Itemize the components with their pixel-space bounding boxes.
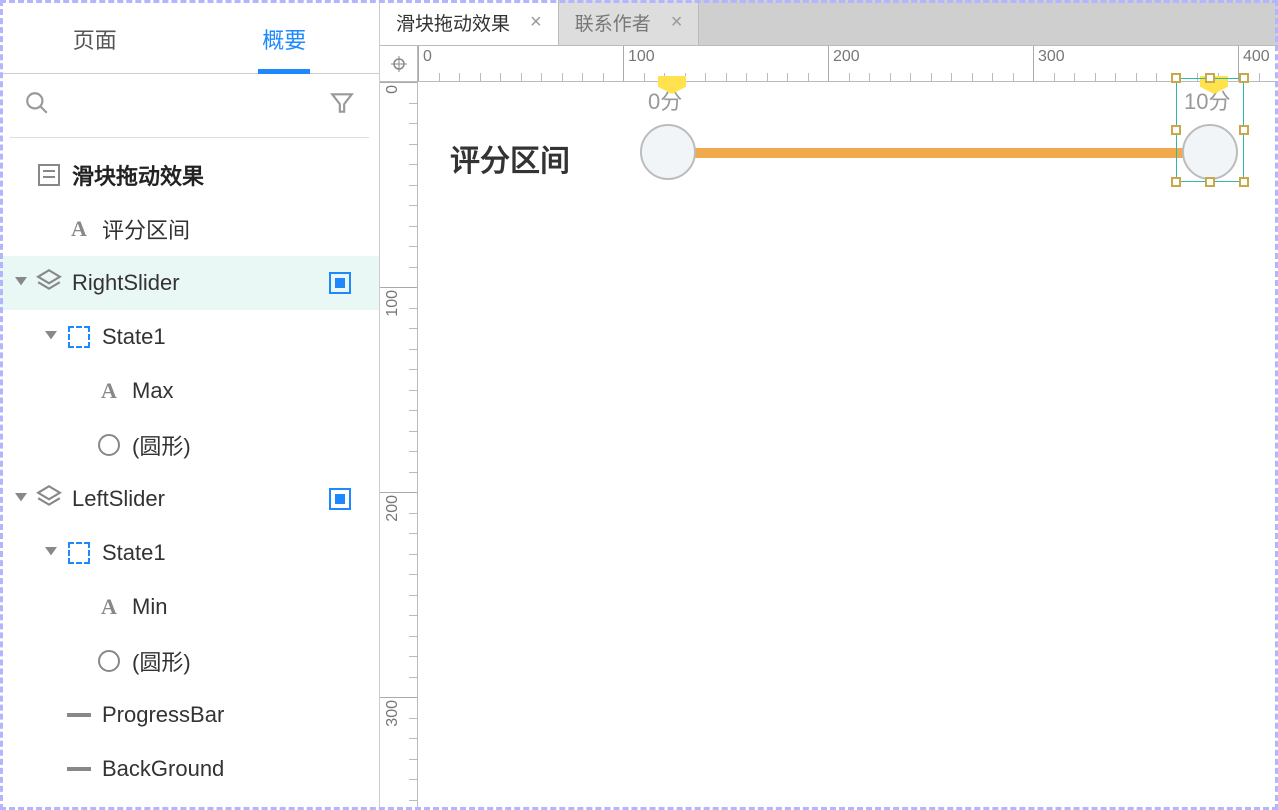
text-icon: A bbox=[101, 378, 117, 404]
caret-icon[interactable] bbox=[12, 274, 30, 292]
design-canvas[interactable]: 评分区间 0分 10分 bbox=[418, 82, 1278, 810]
caret-icon bbox=[12, 166, 30, 184]
ruler-tick-label: 100 bbox=[384, 290, 402, 317]
resize-handle-icon[interactable] bbox=[1239, 177, 1249, 187]
state-icon bbox=[68, 542, 90, 564]
caret-icon bbox=[42, 220, 60, 238]
outline-item-label: 滑块拖动效果 bbox=[72, 159, 204, 191]
line-icon bbox=[67, 713, 91, 717]
outline-item[interactable]: State1 bbox=[0, 526, 379, 580]
ruler-tick-label: 200 bbox=[833, 48, 860, 66]
layers-icon bbox=[36, 267, 62, 299]
caret-icon[interactable] bbox=[12, 490, 30, 508]
outline-item[interactable]: (圆形) bbox=[0, 634, 379, 688]
close-icon[interactable]: × bbox=[671, 11, 683, 34]
text-icon: A bbox=[101, 594, 117, 620]
outline-item-label: 评分区间 bbox=[102, 213, 190, 245]
outline-item-label: LeftSlider bbox=[72, 486, 165, 512]
outline-item-label: State1 bbox=[102, 324, 166, 350]
label-rating-range[interactable]: 评分区间 bbox=[450, 136, 570, 180]
ruler-origin[interactable] bbox=[380, 46, 418, 82]
resize-handle-icon[interactable] bbox=[1205, 177, 1215, 187]
progress-bar[interactable] bbox=[690, 148, 1184, 158]
outline-item[interactable]: State1 bbox=[0, 310, 379, 364]
sidebar-tab-page[interactable]: 页面 bbox=[0, 23, 190, 73]
ellipse-icon bbox=[98, 434, 120, 456]
document-tab[interactable]: 滑块拖动效果 × bbox=[380, 0, 559, 45]
ruler-tick-label: 400 bbox=[1243, 48, 1270, 66]
outline-item-label: ProgressBar bbox=[102, 702, 224, 728]
resize-handle-icon[interactable] bbox=[1239, 73, 1249, 83]
line-icon bbox=[67, 767, 91, 771]
ruler-tick-label: 0 bbox=[423, 48, 432, 66]
ruler-horizontal[interactable]: 0 100 200 300 400 bbox=[418, 46, 1278, 82]
ruler-tick-label: 200 bbox=[384, 495, 402, 522]
ruler-tick-label: 100 bbox=[628, 48, 655, 66]
resize-handle-icon[interactable] bbox=[1171, 177, 1181, 187]
outline-item[interactable]: A Max bbox=[0, 364, 379, 418]
filter-icon[interactable] bbox=[329, 90, 355, 121]
sidebar-tab-outline[interactable]: 概要 bbox=[190, 23, 380, 73]
outline-item-label: RightSlider bbox=[72, 270, 180, 296]
caret-icon bbox=[72, 382, 90, 400]
resize-handle-icon[interactable] bbox=[1171, 125, 1181, 135]
outline-item-label: BackGround bbox=[102, 756, 224, 782]
ruler-tick-label: 300 bbox=[1038, 48, 1065, 66]
outline-search-row bbox=[10, 74, 369, 138]
outline-item[interactable]: BackGround bbox=[0, 742, 379, 796]
dynamic-panel-badge-icon bbox=[329, 488, 351, 510]
outline-item[interactable]: ProgressBar bbox=[0, 688, 379, 742]
text-icon: A bbox=[71, 216, 87, 242]
resize-handle-icon[interactable] bbox=[1205, 73, 1215, 83]
outline-item-label: State1 bbox=[102, 540, 166, 566]
caret-icon[interactable] bbox=[42, 328, 60, 346]
dynamic-panel-badge-icon bbox=[329, 272, 351, 294]
sidebar-tabs: 页面 概要 bbox=[0, 0, 379, 74]
caret-icon[interactable] bbox=[42, 544, 60, 562]
outline-tree: 滑块拖动效果 A 评分区间 RightSlider State1 A Max (圆形) Left… bbox=[0, 138, 379, 796]
selection-box[interactable] bbox=[1176, 78, 1244, 182]
outline-item-label: Max bbox=[132, 378, 174, 404]
document-tabstrip: 滑块拖动效果 × 联系作者 × bbox=[380, 0, 1278, 46]
search-icon[interactable] bbox=[24, 90, 50, 121]
outline-item-label: (圆形) bbox=[132, 645, 191, 677]
resize-handle-icon[interactable] bbox=[1239, 125, 1249, 135]
outline-item[interactable]: RightSlider bbox=[0, 256, 379, 310]
document-tab[interactable]: 联系作者 × bbox=[559, 0, 700, 45]
left-slider-knob[interactable] bbox=[640, 124, 696, 180]
layers-icon bbox=[36, 483, 62, 515]
outline-item-label: Min bbox=[132, 594, 167, 620]
outline-item[interactable]: A Min bbox=[0, 580, 379, 634]
outline-item[interactable]: (圆形) bbox=[0, 418, 379, 472]
state-icon bbox=[68, 326, 90, 348]
tab-label: 滑块拖动效果 bbox=[396, 9, 510, 36]
outline-item[interactable]: LeftSlider bbox=[0, 472, 379, 526]
outline-item[interactable]: A 评分区间 bbox=[0, 202, 379, 256]
ruler-tick-label: 0 bbox=[384, 85, 402, 94]
ruler-vertical[interactable]: 0 100 200 300 bbox=[380, 82, 418, 810]
outline-item[interactable]: 滑块拖动效果 bbox=[0, 148, 379, 202]
close-icon[interactable]: × bbox=[530, 11, 542, 34]
caret-icon bbox=[72, 436, 90, 454]
ellipse-icon bbox=[98, 650, 120, 672]
page-icon bbox=[38, 164, 60, 186]
outline-item-label: (圆形) bbox=[132, 429, 191, 461]
ruler-tick-label: 300 bbox=[384, 700, 402, 727]
caret-icon bbox=[42, 760, 60, 778]
resize-handle-icon[interactable] bbox=[1171, 73, 1181, 83]
outline-panel: 页面 概要 滑块拖动效果 A 评分区间 RightSlider State1 A Max (圆… bbox=[0, 0, 380, 810]
caret-icon bbox=[42, 706, 60, 724]
caret-icon bbox=[72, 652, 90, 670]
caret-icon bbox=[72, 598, 90, 616]
tab-label: 联系作者 bbox=[575, 9, 651, 36]
